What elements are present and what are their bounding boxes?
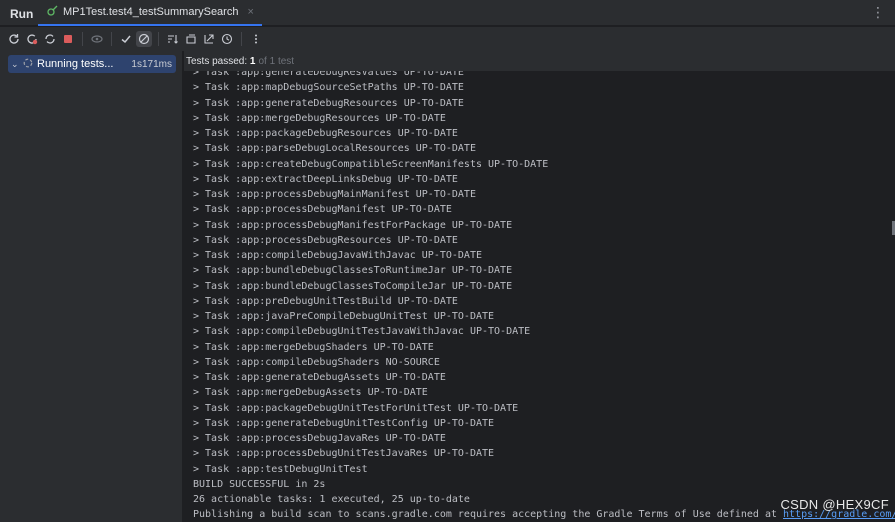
console-line: > Task :app:mergeDebugAssets UP-TO-DATE <box>193 387 428 399</box>
test-status-bar: Tests passed: 1 of 1 test <box>184 51 895 71</box>
watermark: CSDN @HEX9CF <box>780 497 889 512</box>
console-line: > Task :app:packageDebugResources UP-TO-… <box>193 128 458 139</box>
console-line: > Task :app:processDebugManifestForPacka… <box>193 219 513 231</box>
run-tool-window-header: Run MP1Test.test4_testSummarySearch × ⋮ <box>0 0 895 26</box>
console-line: > Task :app:compileDebugJavaWithJavac UP… <box>193 250 482 261</box>
history-icon[interactable] <box>219 31 235 47</box>
tests-passed-count: 1 <box>249 55 256 67</box>
console-line: > Task :app:preDebugUnitTestBuild UP-TO-… <box>193 295 458 307</box>
run-config-tab[interactable]: MP1Test.test4_testSummarySearch × <box>38 0 262 26</box>
console-line: > Task :app:processDebugManifest UP-TO-D… <box>193 204 452 216</box>
toolbar-separator <box>82 32 83 46</box>
console-line: > Task :app:generateDebugResources UP-TO… <box>193 97 464 109</box>
test-duration: 1s171ms <box>131 58 172 70</box>
run-config-tab-title: MP1Test.test4_testSummarySearch <box>63 6 239 18</box>
console-output[interactable]: > Task :app:generateDebugResValues UP-TO… <box>184 71 895 522</box>
chevron-down-icon[interactable]: ⌄ <box>11 59 21 70</box>
console-line: > Task :app:createDebugCompatibleScreenM… <box>193 158 549 170</box>
console-line: BUILD SUCCESSFUL in 2s <box>193 478 326 490</box>
console-line: > Task :app:processDebugUnitTestJavaRes … <box>193 448 495 460</box>
test-config-icon <box>46 5 58 20</box>
toolbar-separator <box>158 32 159 46</box>
test-tree-root-item[interactable]: ⌄ Running tests... 1s171ms <box>8 55 176 73</box>
console-line: > Task :app:bundleDebugClassesToRuntimeJ… <box>193 265 513 277</box>
show-passed-icon[interactable] <box>118 31 134 47</box>
console-line: > Task :app:extractDeepLinksDebug UP-TO-… <box>193 173 458 185</box>
console-line-text: Publishing a build scan to scans.gradle.… <box>193 509 784 521</box>
toolbar-separator <box>111 32 112 46</box>
console-line: > Task :app:mergeDebugShaders UP-TO-DATE <box>193 341 434 353</box>
tests-passed-prefix: Tests passed: <box>186 55 250 67</box>
console-line: > Task :app:processDebugResources UP-TO-… <box>193 234 458 246</box>
console-line: > Task :app:packageDebugUnitTestForUnitT… <box>193 402 519 414</box>
test-tree-root-label: Running tests... <box>37 58 114 70</box>
console-line: > Task :app:bundleDebugClassesToCompileJ… <box>193 280 513 292</box>
spinner-icon <box>21 57 37 71</box>
run-toolbar <box>0 27 895 51</box>
console-line: > Task :app:parseDebugLocalResources UP-… <box>193 143 476 155</box>
console-line: > Task :app:generateDebugResValues UP-TO… <box>193 71 464 78</box>
console-line: > Task :app:compileDebugUnitTestJavaWith… <box>193 326 531 338</box>
close-tab-icon[interactable]: × <box>247 6 253 18</box>
export-icon[interactable] <box>201 31 217 47</box>
rerun-icon[interactable] <box>6 31 22 47</box>
toolbar-separator <box>241 32 242 46</box>
more-icon[interactable] <box>248 31 264 47</box>
console-line: > Task :app:processDebugMainManifest UP-… <box>193 189 476 200</box>
more-options-icon[interactable]: ⋮ <box>871 4 885 21</box>
console-line: > Task :app:processDebugJavaRes UP-TO-DA… <box>193 433 446 444</box>
sort-icon[interactable] <box>165 31 181 47</box>
console-line: > Task :app:compileDebugShaders NO-SOURC… <box>193 356 440 368</box>
console-line: > Task :app:mergeDebugResources UP-TO-DA… <box>193 112 446 124</box>
tests-passed-label: Tests passed: 1 <box>186 56 255 67</box>
show-ignored-icon[interactable] <box>136 31 152 47</box>
console-line: > Task :app:testDebugUnitTest <box>193 463 368 475</box>
console-lines: > Task :app:generateDebugResValues UP-TO… <box>193 71 895 522</box>
console-line: > Task :app:javaPreCompileDebugUnitTest … <box>193 311 495 322</box>
eye-icon[interactable] <box>89 31 105 47</box>
collapse-icon[interactable] <box>183 31 199 47</box>
tests-total-label: of 1 test <box>258 55 295 67</box>
run-tool-window-title: Run <box>10 7 34 21</box>
console-line: > Task :app:generateDebugAssets UP-TO-DA… <box>193 372 446 383</box>
console-line: > Task :app:generateDebugUnitTestConfig … <box>193 417 495 429</box>
rerun-failed-icon[interactable] <box>24 31 40 47</box>
test-tree-panel: ⌄ Running tests... 1s171ms <box>0 51 183 522</box>
stop-icon[interactable] <box>60 31 76 47</box>
console-line: > Task :app:mapDebugSourceSetPaths UP-TO… <box>193 82 464 94</box>
rerun-automatically-icon[interactable] <box>42 31 58 47</box>
